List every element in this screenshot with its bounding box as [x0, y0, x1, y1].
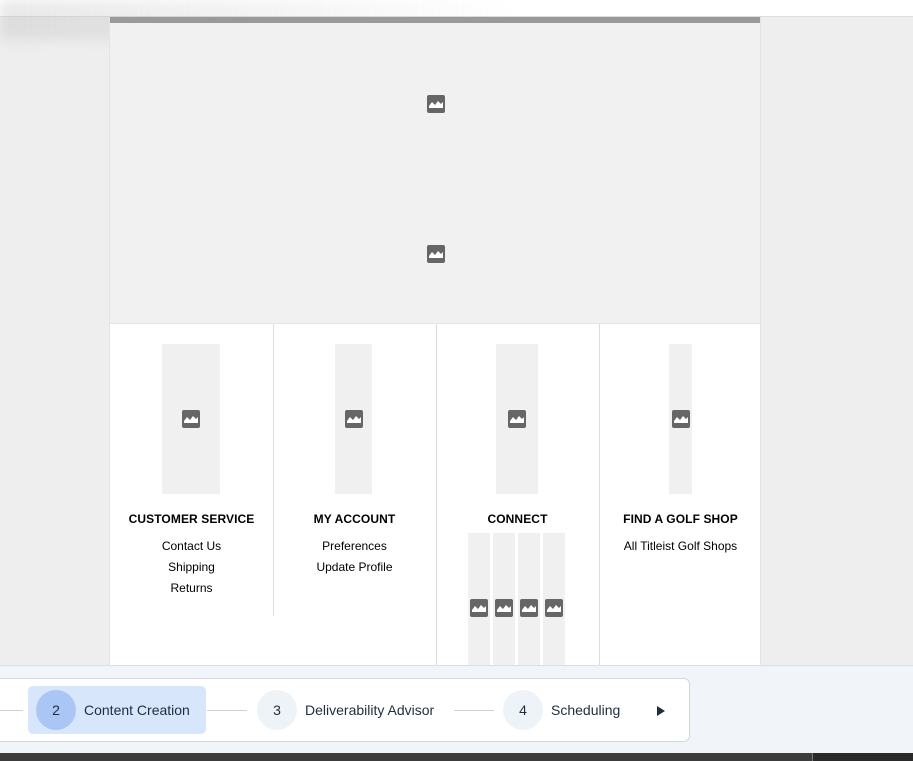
footer-link-returns[interactable]: Returns	[110, 578, 273, 599]
broken-image-icon[interactable]	[427, 95, 445, 113]
footer-icon-slot	[162, 344, 220, 494]
broken-image-icon[interactable]	[427, 245, 445, 263]
broken-image-icon	[495, 599, 513, 617]
hero-image-area	[110, 23, 760, 324]
social-link[interactable]	[543, 533, 565, 665]
email-preview: CUSTOMER SERVICE Contact Us Shipping Ret…	[109, 17, 761, 665]
step-scheduling[interactable]: 4 Scheduling	[503, 686, 620, 734]
step-connector	[0, 710, 23, 711]
broken-image-icon[interactable]	[344, 410, 363, 428]
footer-icon-slot	[496, 344, 538, 494]
broken-image-icon	[545, 599, 563, 617]
footer-link-list: All Titleist Golf Shops	[599, 536, 760, 557]
column-divider	[599, 324, 600, 665]
broken-image-icon	[520, 599, 538, 617]
social-icon-row	[468, 533, 568, 665]
footer-link-shipping[interactable]: Shipping	[110, 557, 273, 578]
step-number: 2	[36, 690, 76, 730]
broken-image-icon[interactable]	[671, 410, 690, 428]
footer-column-find-a-golf-shop: FIND A GOLF SHOP All Titleist Golf Shops	[599, 324, 760, 665]
broken-image-icon[interactable]	[508, 410, 526, 428]
column-divider	[273, 324, 274, 616]
chevron-right-icon	[657, 706, 665, 716]
footer-column-title: CUSTOMER SERVICE	[128, 512, 255, 526]
footer-link-list: Preferences Update Profile	[273, 536, 436, 578]
footer-column-title: CONNECT	[487, 512, 548, 526]
footer-link-update-profile[interactable]: Update Profile	[273, 557, 436, 578]
footer-link-all-titleist-golf-shops[interactable]: All Titleist Golf Shops	[599, 536, 760, 557]
footer-link-preferences[interactable]: Preferences	[273, 536, 436, 557]
step-label: Content Creation	[84, 702, 190, 718]
step-content-creation[interactable]: 2 Content Creation	[28, 686, 206, 734]
footer-column-title: FIND A GOLF SHOP	[623, 512, 738, 526]
column-divider	[436, 324, 437, 665]
footer-column-customer-service: CUSTOMER SERVICE Contact Us Shipping Ret…	[110, 324, 273, 665]
next-step-button[interactable]	[653, 703, 669, 719]
step-number: 4	[503, 690, 543, 730]
footer-icon-slot	[669, 344, 692, 494]
right-gutter	[761, 17, 913, 665]
bottom-bar-segment	[812, 753, 913, 761]
footer-column-my-account: MY ACCOUNT Preferences Update Profile	[273, 324, 436, 665]
workflow-stepper: 2 Content Creation 3 Deliverability Advi…	[0, 678, 690, 742]
step-number: 3	[257, 690, 297, 730]
footer-link-list: Contact Us Shipping Returns	[110, 536, 273, 599]
footer-column-title: MY ACCOUNT	[313, 512, 396, 526]
broken-image-icon[interactable]	[182, 410, 200, 428]
step-deliverability-advisor[interactable]: 3 Deliverability Advisor	[257, 686, 434, 734]
broken-image-icon	[470, 599, 488, 617]
step-connector	[207, 710, 247, 711]
step-label: Scheduling	[551, 702, 621, 718]
step-label: Deliverability Advisor	[305, 702, 435, 718]
footer-column-connect: CONNECT	[436, 324, 599, 665]
social-link[interactable]	[493, 533, 515, 665]
footer-icon-slot	[335, 344, 372, 494]
step-connector	[454, 710, 494, 711]
social-link[interactable]	[468, 533, 490, 665]
bottom-bar	[0, 753, 913, 761]
footer-link-contact-us[interactable]: Contact Us	[110, 536, 273, 557]
social-link[interactable]	[518, 533, 540, 665]
